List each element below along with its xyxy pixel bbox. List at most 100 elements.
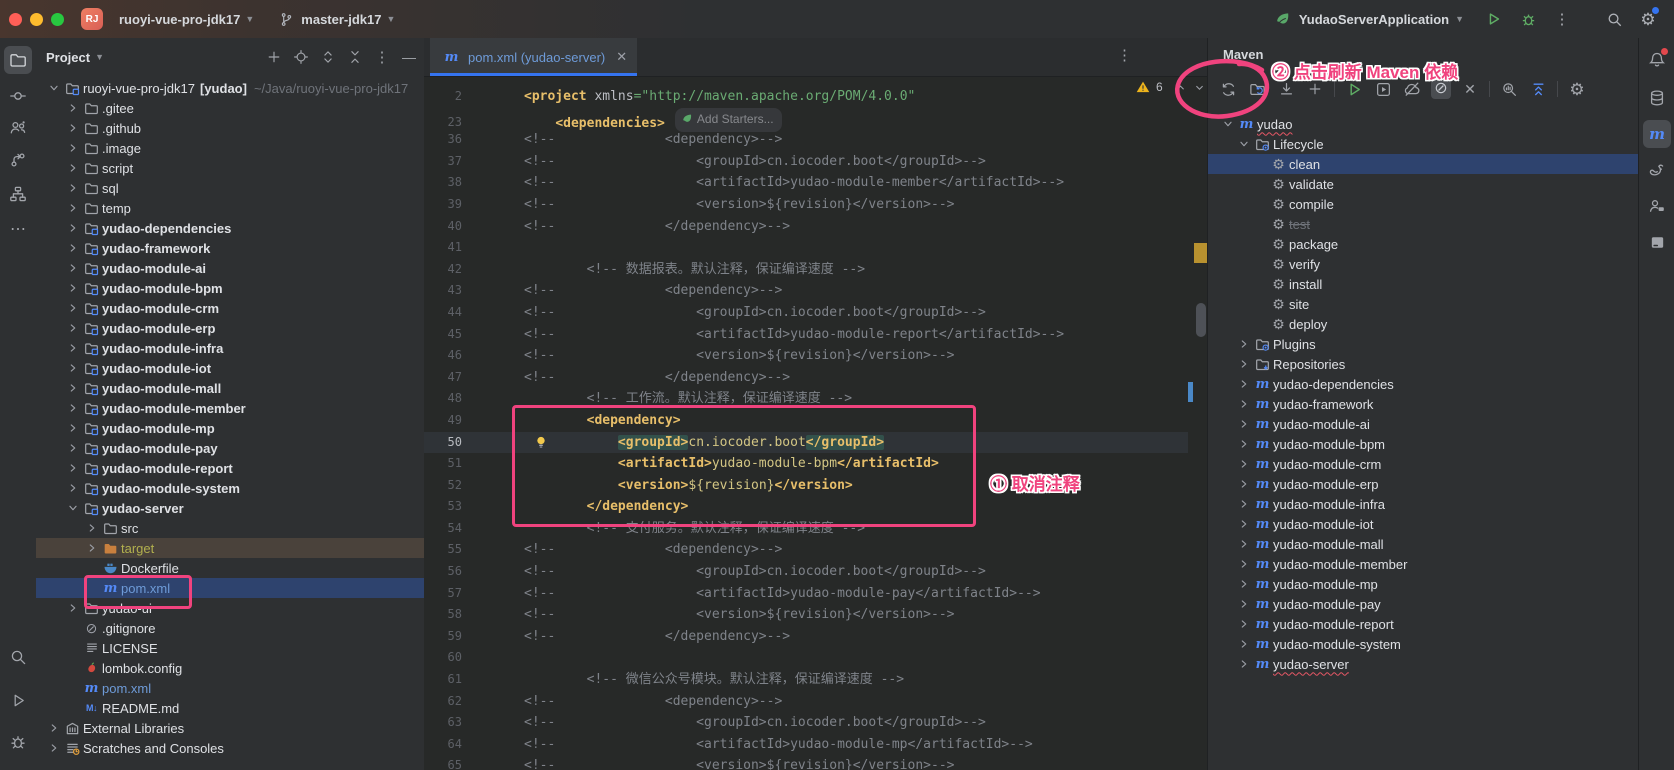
search-button[interactable] (4, 643, 32, 671)
project-tree-item-yudao-module-report[interactable]: yudao-module-report (36, 458, 424, 478)
structure-button[interactable] (4, 180, 32, 208)
chevron-right-icon[interactable] (82, 540, 101, 556)
maven-tree-item-install[interactable]: ⚙install (1208, 274, 1639, 294)
chevron-down-icon[interactable] (1234, 136, 1253, 152)
search-everywhere-button[interactable] (1604, 9, 1624, 29)
code-line-45[interactable]: 45<!-- <artifactId>yudao-module-report</… (424, 324, 1188, 346)
code-line-59[interactable]: 59<!-- </dependency>--> (424, 626, 1188, 648)
code-line-40[interactable]: 40<!-- </dependency>--> (424, 216, 1188, 238)
project-tree-item-yudao-module-bpm[interactable]: yudao-module-bpm (36, 278, 424, 298)
code-line-49[interactable]: 49 <dependency> (424, 410, 1188, 432)
run-goal-button[interactable] (1344, 79, 1364, 99)
locate-button[interactable] (292, 48, 310, 66)
chevron-right-icon[interactable] (63, 440, 82, 456)
code-line-38[interactable]: 38<!-- <artifactId>yudao-module-member</… (424, 172, 1188, 194)
code-line-39[interactable]: 39<!-- <version>${revision}</version>--> (424, 194, 1188, 216)
project-tree-item-gitee[interactable]: .gitee (36, 98, 424, 118)
chevron-right-icon[interactable] (1234, 576, 1253, 592)
code-line-58[interactable]: 58<!-- <version>${revision}</version>--> (424, 604, 1188, 626)
code-line-55[interactable]: 55<!-- <dependency>--> (424, 539, 1188, 561)
chevron-right-icon[interactable] (82, 520, 101, 536)
gradle-button[interactable] (1643, 156, 1671, 184)
chevron-right-icon[interactable] (63, 600, 82, 616)
chevron-right-icon[interactable] (1234, 536, 1253, 552)
project-tree-item-dockerfile[interactable]: Dockerfile (36, 558, 424, 578)
code-line-46[interactable]: 46<!-- <version>${revision}</version>--> (424, 345, 1188, 367)
maven-tree-item-yudao-module-member[interactable]: myudao-module-member (1208, 554, 1639, 574)
chevron-right-icon[interactable] (63, 120, 82, 136)
chevron-right-icon[interactable] (1234, 376, 1253, 392)
code-line-37[interactable]: 37<!-- <groupId>cn.iocoder.boot</groupId… (424, 151, 1188, 173)
code-line-64[interactable]: 64<!-- <artifactId>yudao-module-mp</arti… (424, 734, 1188, 756)
previous-warning-icon[interactable] (1175, 82, 1186, 93)
settings-button[interactable]: ⚙ (1638, 9, 1658, 29)
code-line-42[interactable]: 42 <!-- 数据报表。默认注释，保证编译速度 --> (424, 259, 1188, 281)
maven-tree-item-yudao-module-report[interactable]: myudao-module-report (1208, 614, 1639, 634)
chevron-right-icon[interactable] (1234, 556, 1253, 572)
debug-button[interactable] (1518, 9, 1538, 29)
ai-assistant-button[interactable] (1643, 192, 1671, 220)
project-switcher[interactable]: ruoyi-vue-pro-jdk17 ▼ (113, 9, 260, 30)
code-line-52[interactable]: 52 <version>${revision}</version> (424, 475, 1188, 497)
chevron-right-icon[interactable] (63, 100, 82, 116)
project-tree-item-yudao-ui[interactable]: yudao-ui (36, 598, 424, 618)
error-stripe-caret-mark[interactable] (1188, 382, 1193, 402)
download-sources-button[interactable] (1276, 79, 1296, 99)
chevron-right-icon[interactable] (63, 480, 82, 496)
settings-gear-button[interactable]: ⚙ (1567, 79, 1587, 99)
code-line-47[interactable]: 47<!-- </dependency>--> (424, 367, 1188, 389)
code-line-41[interactable]: 41 (424, 237, 1188, 259)
maven-tree-item-yudao-module-infra[interactable]: myudao-module-infra (1208, 494, 1639, 514)
project-panel-title[interactable]: Project (46, 50, 90, 65)
chevron-right-icon[interactable] (44, 720, 63, 736)
branch-switcher[interactable]: master-jdk17 ▼ (270, 6, 401, 32)
project-tree-item-yudao-framework[interactable]: yudao-framework (36, 238, 424, 258)
maven-button[interactable]: m (1643, 120, 1671, 148)
maven-tree-item-plugins[interactable]: Plugins (1208, 334, 1639, 354)
maven-tree-item-test[interactable]: ⚙test (1208, 214, 1639, 234)
maven-tree-item-yudao-dependencies[interactable]: myudao-dependencies (1208, 374, 1639, 394)
maven-tree-item-validate[interactable]: ⚙validate (1208, 174, 1639, 194)
minimize-window-button[interactable] (30, 13, 43, 26)
more-vertical-button[interactable]: ⋮ (373, 48, 391, 66)
chevron-down-icon[interactable] (1218, 116, 1237, 132)
chevron-right-icon[interactable] (63, 380, 82, 396)
add-button[interactable] (1305, 79, 1325, 99)
chevron-right-icon[interactable] (63, 360, 82, 376)
project-tree-item-sql[interactable]: sql (36, 178, 424, 198)
execute-goal-button[interactable] (1373, 79, 1393, 99)
project-tree-item-yudao-module-mp[interactable]: yudao-module-mp (36, 418, 424, 438)
code-line-60[interactable]: 60 (424, 647, 1188, 669)
code-line-54[interactable]: 54 <!-- 支付服务。默认注释，保证编译速度 --> (424, 518, 1188, 540)
dependency-analyzer-button[interactable] (1499, 79, 1519, 99)
code-line-61[interactable]: 61 <!-- 微信公众号模块。默认注释，保证编译速度 --> (424, 669, 1188, 691)
maven-tree-item-yudao-module-pay[interactable]: myudao-module-pay (1208, 594, 1639, 614)
chevron-right-icon[interactable] (44, 740, 63, 756)
maven-tree-item-yudao-module-iot[interactable]: myudao-module-iot (1208, 514, 1639, 534)
maven-tree-item-yudao-module-mall[interactable]: myudao-module-mall (1208, 534, 1639, 554)
inspections-widget[interactable]: 6 (1136, 80, 1205, 94)
offline-mode-button[interactable] (1402, 79, 1422, 99)
project-tree-item-image[interactable]: .image (36, 138, 424, 158)
maven-tree-item-yudao[interactable]: myudao (1208, 114, 1639, 134)
bottom-panel-button[interactable] (1643, 228, 1671, 256)
chevron-right-icon[interactable] (1234, 456, 1253, 472)
project-tree-item-yudao-module-iot[interactable]: yudao-module-iot (36, 358, 424, 378)
chevron-right-icon[interactable] (63, 280, 82, 296)
code-line-44[interactable]: 44<!-- <groupId>cn.iocoder.boot</groupId… (424, 302, 1188, 324)
chevron-right-icon[interactable] (63, 180, 82, 196)
project-tree-item-scratches-and-consoles[interactable]: Scratches and Consoles (36, 738, 424, 758)
collapse-all-blue-button[interactable] (1528, 79, 1548, 99)
code-line-2[interactable]: 2<project xmlns="http://maven.apache.org… (424, 86, 1188, 108)
commit-button[interactable] (4, 82, 32, 110)
pull-requests-button[interactable] (4, 146, 32, 174)
project-tree-item-yudao-module-crm[interactable]: yudao-module-crm (36, 298, 424, 318)
collapse-all-button[interactable] (346, 48, 364, 66)
code-line-36[interactable]: 36<!-- <dependency>--> (424, 129, 1188, 151)
code-line-62[interactable]: 62<!-- <dependency>--> (424, 691, 1188, 713)
error-stripe-warning-mark[interactable] (1194, 243, 1207, 263)
project-tree-item-license[interactable]: LICENSE (36, 638, 424, 658)
project-tree-item-target[interactable]: target (36, 538, 424, 558)
chevron-right-icon[interactable] (1234, 356, 1253, 372)
maven-tree-item-site[interactable]: ⚙site (1208, 294, 1639, 314)
